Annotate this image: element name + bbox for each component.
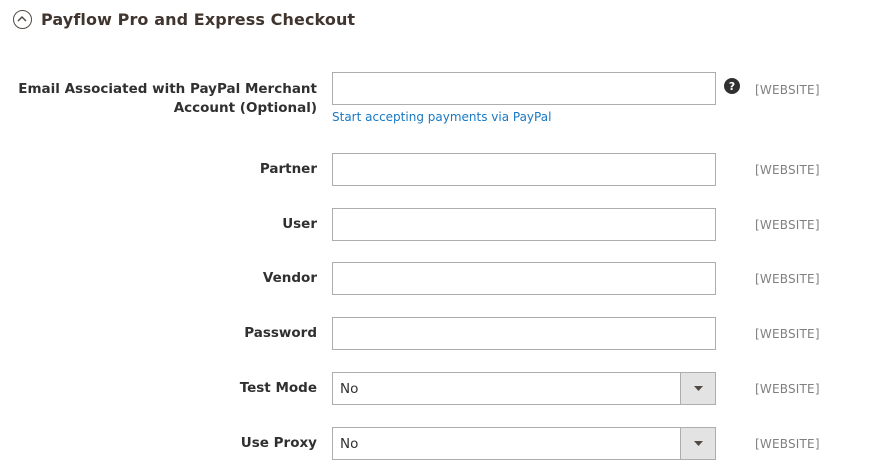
section-header-payflow-pro[interactable]: Payflow Pro and Express Checkout xyxy=(13,10,355,29)
email-input[interactable] xyxy=(332,72,716,105)
test-mode-scope-label: [WEBSITE] xyxy=(755,382,820,396)
email-label: Email Associated with PayPal Merchant Ac… xyxy=(17,80,317,118)
test-mode-select[interactable]: No xyxy=(332,372,716,405)
user-label: User xyxy=(282,216,317,232)
email-label-line1: Email Associated with PayPal Merchant xyxy=(18,81,317,97)
test-mode-label: Test Mode xyxy=(239,380,317,396)
chevron-down-icon[interactable] xyxy=(680,428,715,459)
user-scope-label: [WEBSITE] xyxy=(755,218,820,232)
partner-scope-label: [WEBSITE] xyxy=(755,163,820,177)
start-accepting-payments-link[interactable]: Start accepting payments via PayPal xyxy=(332,110,551,124)
use-proxy-select[interactable]: No xyxy=(332,427,716,460)
password-scope-label: [WEBSITE] xyxy=(755,327,820,341)
password-label: Password xyxy=(244,325,317,341)
email-label-line2: Account (Optional) xyxy=(173,100,317,116)
test-mode-selected-value: No xyxy=(340,380,359,397)
partner-input[interactable] xyxy=(332,153,716,186)
help-icon[interactable]: ? xyxy=(724,78,740,94)
vendor-input[interactable] xyxy=(332,262,716,295)
section-title: Payflow Pro and Express Checkout xyxy=(41,10,356,29)
use-proxy-selected-value: No xyxy=(340,435,359,452)
partner-label: Partner xyxy=(259,161,317,177)
vendor-scope-label: [WEBSITE] xyxy=(755,272,820,286)
email-scope-label: [WEBSITE] xyxy=(755,83,820,97)
use-proxy-scope-label: [WEBSITE] xyxy=(755,437,820,451)
vendor-label: Vendor xyxy=(262,270,317,286)
password-input[interactable] xyxy=(332,317,716,350)
chevron-down-icon[interactable] xyxy=(680,373,715,404)
collapse-circle-up-icon[interactable] xyxy=(13,10,32,29)
user-input[interactable] xyxy=(332,208,716,241)
use-proxy-label: Use Proxy xyxy=(240,435,317,451)
